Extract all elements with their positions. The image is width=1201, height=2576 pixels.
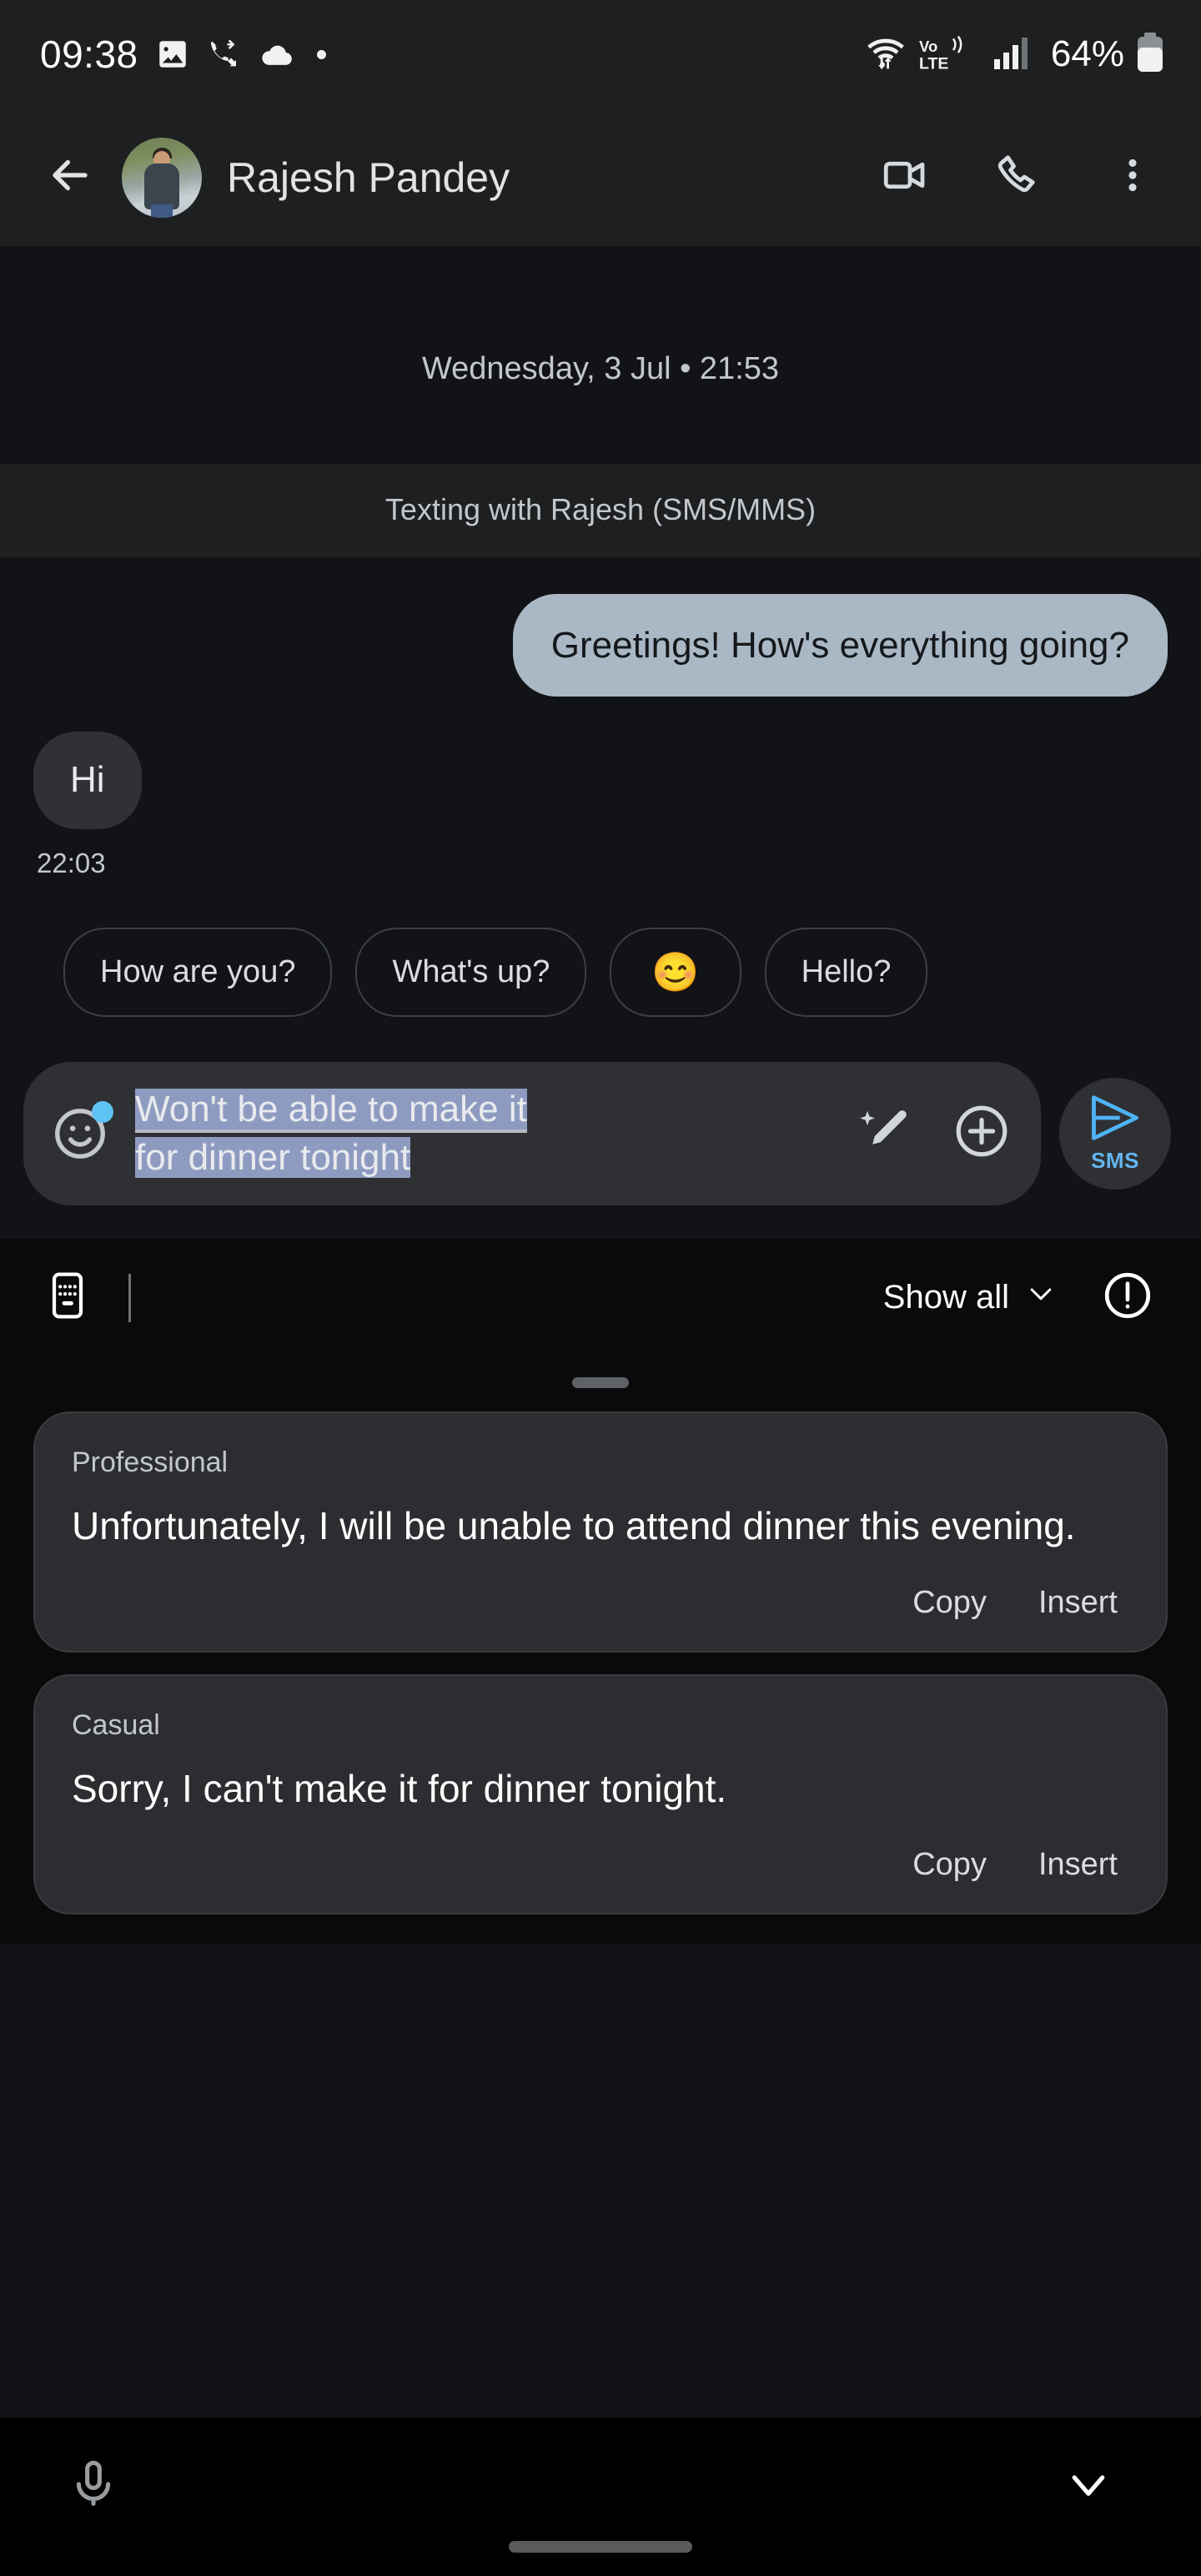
more-vert-icon [1112,154,1153,200]
app-bar: Rajesh Pandey [0,108,1201,246]
ai-card-label: Casual [72,1708,160,1741]
compose-text-input[interactable]: Won't be able to make it for dinner toni… [112,1085,854,1182]
chip-whats-up[interactable]: What's up? [355,927,587,1017]
ai-card-text: Unfortunately, I will be unable to atten… [72,1503,1076,1547]
overflow-menu-button[interactable] [1098,143,1168,213]
page-title: Rajesh Pandey [227,153,510,201]
insert-button[interactable]: Insert [1038,1847,1118,1883]
emoji-button[interactable] [48,1100,113,1165]
chevron-down-icon [1024,1277,1058,1319]
ai-card-text: Sorry, I can't make it for dinner tonigh… [72,1766,727,1810]
ai-card-actions: Copy Insert [72,1552,1129,1629]
compose-row: Won't be able to make it for dinner toni… [0,1017,1201,1205]
conversation-area: Wednesday, 3 Jul • 21:53 Texting with Ra… [0,246,1201,1205]
back-button[interactable] [30,138,110,218]
bottom-nav-bar [0,2418,1201,2576]
message-row-outgoing: Greetings! How's everything going? [0,594,1201,697]
attach-button[interactable] [951,1100,1013,1166]
avatar[interactable] [122,137,202,218]
status-bar-left: 09:38 [40,32,326,77]
message-row-incoming: Hi [0,732,1201,829]
panel-drag-handle[interactable] [572,1376,629,1388]
message-bubble-incoming[interactable]: Hi [33,732,142,829]
collapse-keyboard-button[interactable] [1043,2441,1134,2533]
send-button[interactable]: SMS [1059,1077,1171,1190]
status-bar: 09:38 Vo LTE 64% [0,0,1201,108]
cloud-icon [259,36,295,73]
message-timestamp: 22:03 [37,847,106,878]
svg-text:LTE: LTE [919,55,948,73]
battery-percent: 64% [1050,33,1124,74]
emoji-badge-dot [92,1100,113,1123]
video-call-icon [881,150,931,204]
compose-actions [854,1100,1013,1166]
ai-card-actions: Copy Insert [72,1814,1129,1891]
phone-screen: 09:38 Vo LTE 64% Rajesh Pandey Wednesday… [0,0,1201,2576]
ai-card-casual[interactable]: Casual Sorry, I can't make it for dinner… [33,1673,1168,1915]
back-arrow-icon [44,149,96,205]
toolbar-divider [128,1273,131,1322]
message-bubble-outgoing[interactable]: Greetings! How's everything going? [512,594,1168,697]
phone-call-icon [994,150,1044,204]
ai-panel-toolbar: Show all [0,1239,1201,1357]
ai-card-professional[interactable]: Professional Unfortunately, I will be un… [33,1411,1168,1653]
info-button[interactable] [1098,1268,1158,1328]
status-time: 09:38 [40,33,138,76]
send-label: SMS [1091,1147,1139,1173]
magic-compose-button[interactable] [854,1100,916,1166]
send-icon [1087,1094,1143,1146]
voice-call-button[interactable] [984,143,1054,213]
ai-suggestion-panel: Show all Professional Unfortunately, I w… [0,1238,1201,1945]
volte-icon: Vo LTE [919,36,981,73]
chevron-down-icon [1063,2459,1114,2515]
compose-text-line1: Won't be able to make it [135,1088,527,1133]
compose-text-line2: for dinner tonight [135,1136,411,1178]
chip-emoji-smile[interactable]: 😊 [610,927,741,1017]
ai-card-label: Professional [72,1446,229,1478]
show-all-button[interactable]: Show all [883,1277,1058,1319]
compose-box[interactable]: Won't be able to make it for dinner toni… [23,1061,1041,1205]
suggestion-chips: How are you? What's up? 😊 Hello? [0,879,1201,1017]
copy-button[interactable]: Copy [912,1847,987,1883]
app-bar-actions [871,143,1168,213]
battery-icon [1136,32,1164,77]
microphone-button[interactable] [43,2437,143,2537]
sms-banner: Texting with Rajesh (SMS/MMS) [0,464,1201,557]
video-call-button[interactable] [871,143,941,213]
chip-how-are-you[interactable]: How are you? [63,927,333,1017]
emoji-smiley-icon [48,1108,112,1169]
chip-hello[interactable]: Hello? [764,927,928,1017]
date-separator: Wednesday, 3 Jul • 21:53 [421,351,780,386]
call-forward-icon [207,37,242,72]
svg-text:Vo: Vo [919,38,937,55]
show-all-label: Show all [882,1279,1009,1316]
keyboard-button[interactable] [37,1267,98,1329]
keyboard-icon [41,1269,94,1326]
plus-circle-icon [951,1105,1013,1165]
magic-pencil-icon [854,1110,916,1165]
image-icon [155,37,190,72]
signal-bars-icon [992,34,1034,75]
home-gesture-indicator[interactable] [509,2541,692,2553]
wifi-icon [864,36,907,73]
dot-icon [316,49,326,59]
info-exclamation-icon [1100,1268,1155,1327]
insert-button[interactable]: Insert [1038,1585,1118,1621]
copy-button[interactable]: Copy [912,1585,987,1621]
microphone-icon [65,2457,122,2518]
status-bar-right: Vo LTE 64% [864,32,1164,77]
